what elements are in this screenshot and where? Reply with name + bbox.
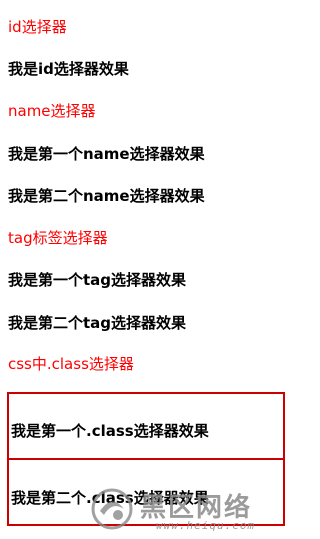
id-selector-heading: id选择器 xyxy=(8,18,67,36)
watermark-logo-icon xyxy=(91,488,133,530)
class-effect-box-first: 我是第一个.class选择器效果 xyxy=(7,392,285,460)
class-selector-heading: css中.class选择器 xyxy=(8,355,134,373)
name-selector-effect-first: 我是第一个name选择器效果 xyxy=(8,145,205,163)
id-selector-effect: 我是id选择器效果 xyxy=(8,60,129,78)
tag-selector-effect-second: 我是第二个tag选择器效果 xyxy=(8,314,187,332)
class-selector-effect-first: 我是第一个.class选择器效果 xyxy=(11,422,209,440)
name-selector-heading: name选择器 xyxy=(8,102,96,120)
tag-selector-heading: tag标签选择器 xyxy=(8,229,108,247)
watermark-url: www.heiqu.com xyxy=(156,519,256,532)
name-selector-effect-second: 我是第二个name选择器效果 xyxy=(8,187,205,205)
site-watermark: 黑区网络 www.heiqu.com xyxy=(90,485,272,532)
tag-selector-effect-first: 我是第一个tag选择器效果 xyxy=(8,271,187,289)
